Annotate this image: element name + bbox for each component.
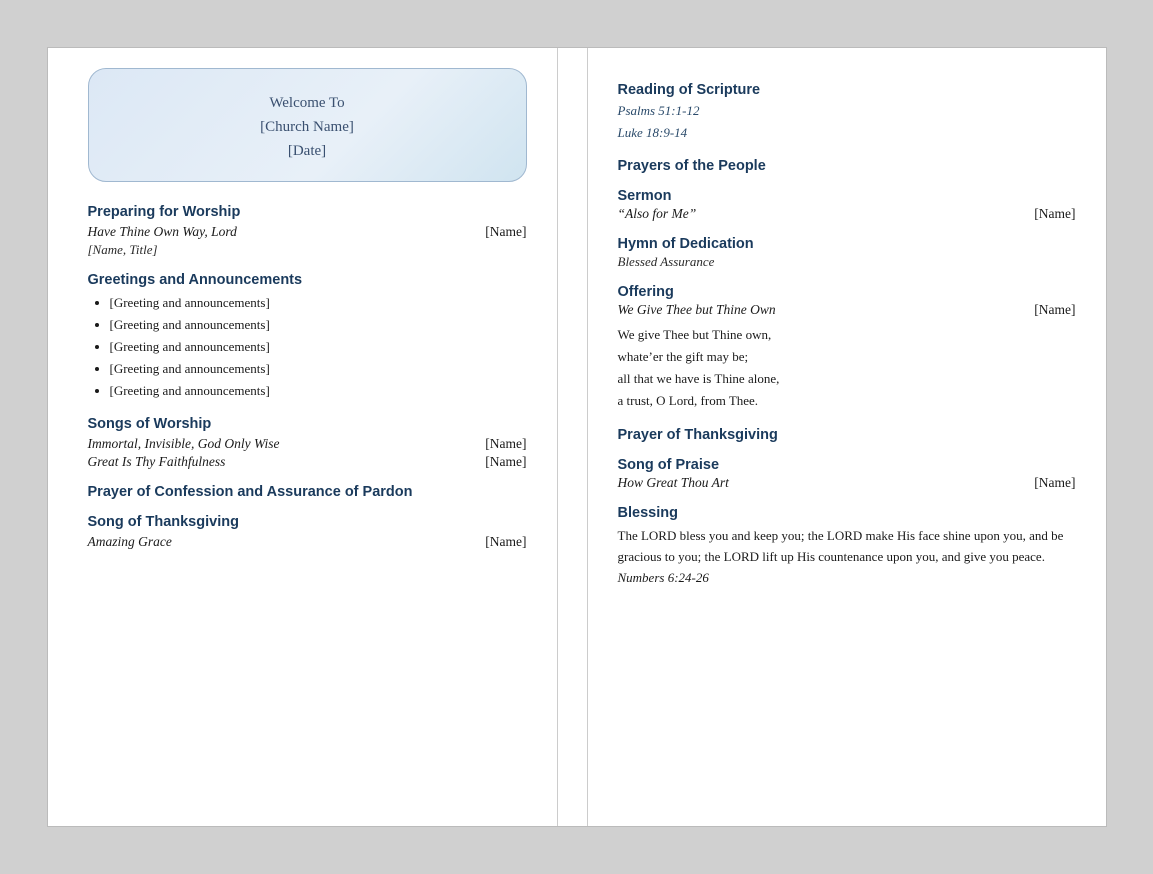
greeting-item-5: [Greeting and announcements]: [110, 380, 527, 402]
preparing-song-name: Have Thine Own Way, Lord: [88, 224, 237, 240]
blessing-ref: Numbers 6:24-26: [618, 570, 709, 585]
heading-hymn-dedication: Hymn of Dedication: [618, 236, 1076, 252]
heading-prayer-confession: Prayer of Confession and Assurance of Pa…: [88, 484, 527, 500]
greetings-list: [Greeting and announcements] [Greeting a…: [110, 292, 527, 402]
heading-prayer-thanksgiving: Prayer of Thanksgiving: [618, 427, 1076, 443]
hymn-dedication-song: Blessed Assurance: [618, 254, 1076, 270]
preparing-song-row: Have Thine Own Way, Lord [Name]: [88, 224, 527, 240]
heading-songs-worship: Songs of Worship: [88, 416, 527, 432]
welcome-line3: [Date]: [109, 139, 506, 163]
verse-line3: all that we have is Thine alone,: [618, 371, 780, 386]
welcome-line1: Welcome To: [109, 91, 506, 115]
scripture-ref2: Luke 18:9-14: [618, 122, 1076, 144]
bulletin-page: Welcome To [Church Name] [Date] Preparin…: [47, 47, 1107, 827]
left-panel: Welcome To [Church Name] [Date] Preparin…: [48, 48, 558, 826]
song-praise-name: How Great Thou Art: [618, 475, 729, 491]
songs-worship-row2: Great Is Thy Faithfulness [Name]: [88, 454, 527, 470]
song-praise-placeholder: [Name]: [1034, 475, 1075, 491]
heading-prayers: Prayers of the People: [618, 158, 1076, 174]
song-thanksgiving-name: Amazing Grace: [88, 534, 172, 550]
heading-offering: Offering: [618, 284, 1076, 300]
blessing-text: The LORD bless you and keep you; the LOR…: [618, 525, 1076, 589]
sermon-title-row: “Also for Me” [Name]: [618, 206, 1076, 222]
verse-line4: a trust, O Lord, from Thee.: [618, 393, 759, 408]
heading-reading: Reading of Scripture: [618, 82, 1076, 98]
sermon-title: “Also for Me”: [618, 206, 697, 222]
welcome-line2: [Church Name]: [109, 115, 506, 139]
songs-worship-name2: [Name]: [485, 454, 526, 470]
verse-line2: whate’er the gift may be;: [618, 349, 749, 364]
heading-song-thanksgiving: Song of Thanksgiving: [88, 514, 527, 530]
preparing-sublabel: [Name, Title]: [88, 242, 527, 258]
heading-preparing: Preparing for Worship: [88, 204, 527, 220]
greeting-item-2: [Greeting and announcements]: [110, 314, 527, 336]
heading-greetings: Greetings and Announcements: [88, 272, 527, 288]
offering-name: [Name]: [1034, 302, 1075, 318]
greeting-item-4: [Greeting and announcements]: [110, 358, 527, 380]
song-thanksgiving-row: Amazing Grace [Name]: [88, 534, 527, 550]
heading-song-praise: Song of Praise: [618, 457, 1076, 473]
sermon-name: [Name]: [1034, 206, 1075, 222]
greeting-item-1: [Greeting and announcements]: [110, 292, 527, 314]
heading-blessing: Blessing: [618, 505, 1076, 521]
offering-verse: We give Thee but Thine own, whate’er the…: [618, 324, 1076, 412]
song-praise-row: How Great Thou Art [Name]: [618, 475, 1076, 491]
right-panel: Reading of Scripture Psalms 51:1-12 Luke…: [588, 48, 1106, 826]
welcome-box: Welcome To [Church Name] [Date]: [88, 68, 527, 182]
scripture-ref1: Psalms 51:1-12: [618, 100, 1076, 122]
heading-sermon: Sermon: [618, 188, 1076, 204]
greeting-item-3: [Greeting and announcements]: [110, 336, 527, 358]
divider-col: [558, 48, 588, 826]
offering-song-name: We Give Thee but Thine Own: [618, 302, 776, 318]
songs-worship-name1: [Name]: [485, 436, 526, 452]
offering-song-row: We Give Thee but Thine Own [Name]: [618, 302, 1076, 318]
song-thanksgiving-placeholder: [Name]: [485, 534, 526, 550]
songs-worship-row1: Immortal, Invisible, God Only Wise [Name…: [88, 436, 527, 452]
preparing-song-name-ph: [Name]: [485, 224, 526, 240]
blessing-content: The LORD bless you and keep you; the LOR…: [618, 528, 1064, 564]
songs-worship-song2: Great Is Thy Faithfulness: [88, 454, 226, 470]
songs-worship-song1: Immortal, Invisible, God Only Wise: [88, 436, 280, 452]
verse-line1: We give Thee but Thine own,: [618, 327, 772, 342]
